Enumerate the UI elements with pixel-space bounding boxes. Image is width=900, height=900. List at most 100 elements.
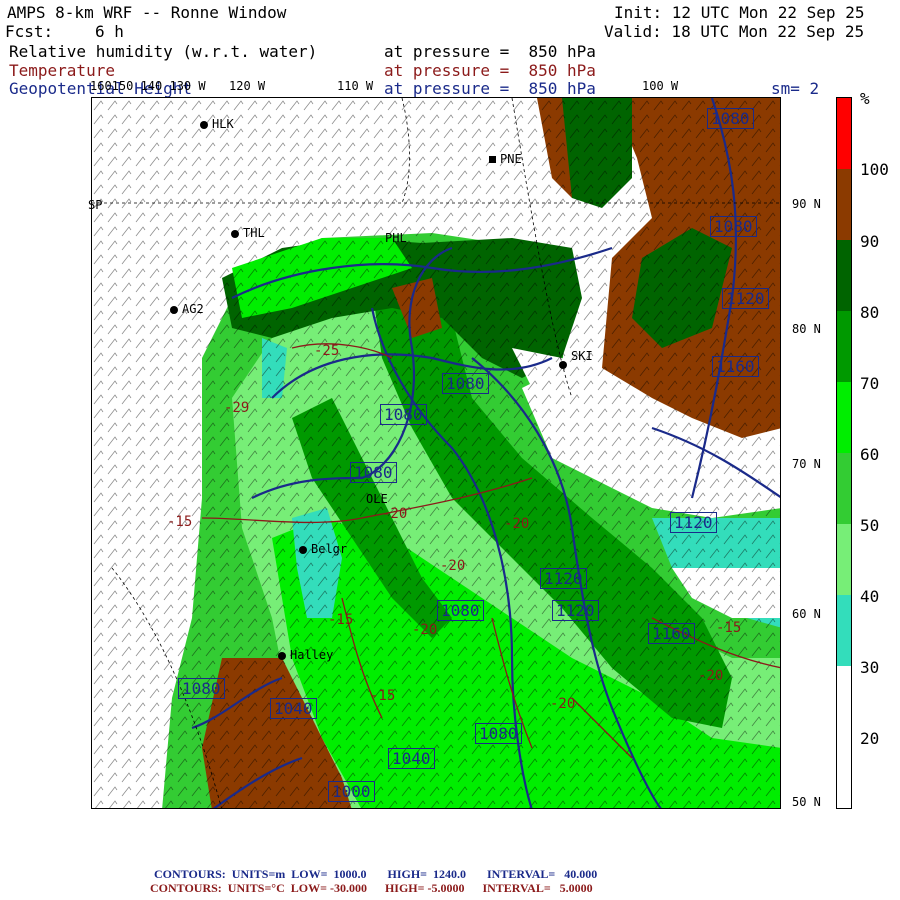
colorbar-label-20: 20 [860,729,880,748]
lon-label-160-130: 160150 140 130 W [90,79,206,93]
temp-label: -20 [382,506,408,522]
colorbar-label-40: 40 [860,587,880,606]
station-label: Belgr [311,542,348,556]
height-tag: 1080 [710,216,757,237]
colorbar-segment [837,453,851,524]
station-dot [299,545,307,554]
station-label: PHL [385,231,407,245]
field-temp-name: Temperature [9,61,115,80]
temp-label: -15 [716,620,742,636]
station-pne: PNE [489,152,522,166]
height-tag: 1000 [328,781,375,802]
station-phl: PHL [385,231,407,245]
map-panel: 1080 1080 1120 1160 1080 1080 1080 1120 … [91,97,781,809]
temp-label: -15 [328,612,354,628]
colorbar-segment [837,595,851,666]
station-ole: OLE [366,492,388,506]
lon-label-110: 110 W [337,79,374,93]
forecast-hours: 6 h [95,22,124,41]
lat-label-60: 60 N [792,607,821,621]
station-label: HLK [212,117,234,131]
station-dot [559,360,567,369]
footer-temp-contours: CONTOURS: UNITS=°C LOW= -30.000 HIGH= -5… [150,881,593,895]
lat-label-90: 90 N [792,197,821,211]
station-dot [170,305,178,314]
height-tag: 1160 [712,356,759,377]
lat-label-70: 70 N [792,457,821,471]
field-temp-level: at pressure = 850 hPa [384,61,596,80]
map-canvas [92,98,780,808]
station-label: THL [243,226,265,240]
colorbar-label-80: 80 [860,303,880,322]
height-tag: 1080 [178,678,225,699]
lon-label-120: 120 W [229,79,266,93]
station-label: PNE [500,152,522,166]
smoothing-label: sm= 2 [771,79,820,98]
colorbar [836,97,852,809]
colorbar-segment [837,666,851,808]
lon-label-100: 100 W [642,79,679,93]
colorbar-label-70: 70 [860,374,880,393]
station-dot [200,120,208,129]
station-ski: SKI [559,349,593,371]
station-halley: Halley [278,648,333,662]
height-tag: 1080 [442,373,489,394]
colorbar-segment [837,240,851,311]
height-tag: 1080 [475,723,522,744]
colorbar-segment [837,524,851,595]
temp-label: -20 [440,558,466,574]
colorbar-segment [837,98,851,169]
station-label: Halley [290,648,334,662]
height-tag: 1040 [270,698,317,719]
footer-height-contours: CONTOURS: UNITS=m LOW= 1000.0 HIGH= 1240… [154,867,598,881]
station-belgr: Belgr [299,542,347,556]
field-rh-level: at pressure = 850 hPa [384,42,596,61]
colorbar-label-90: 90 [860,232,880,251]
temp-label: -25 [314,343,340,359]
init-time: Init: 12 UTC Mon 22 Sep 25 [614,3,865,22]
colorbar-label-100: 100 [860,160,889,179]
height-tag: 1080 [350,462,397,483]
colorbar-segment [837,382,851,453]
temp-label: -20 [698,668,724,684]
height-tag: 1040 [388,748,435,769]
temp-label: -15 [370,688,396,704]
field-rh-name: Relative humidity (w.r.t. water) [9,42,318,61]
station-dot [231,229,239,238]
field-height-level: at pressure = 850 hPa [384,79,596,98]
temp-label: -20 [550,696,576,712]
height-tag: 1120 [552,600,599,621]
station-dot [489,156,496,163]
valid-time: Valid: 18 UTC Mon 22 Sep 25 [604,22,865,41]
colorbar-segment [837,169,851,240]
height-tag: 1120 [722,288,769,309]
colorbar-segment [837,311,851,382]
temp-label: -29 [224,400,250,416]
station-label: OLE [366,492,388,506]
height-tag: 1080 [707,108,754,129]
station-thl: THL [231,226,265,240]
station-label: AG2 [182,302,204,316]
temp-label: -20 [504,516,530,532]
height-tag: 1120 [540,568,587,589]
colorbar-unit: % [860,89,870,108]
station-label: SKI [571,349,593,363]
height-tag: 1080 [380,404,427,425]
colorbar-label-50: 50 [860,516,880,535]
temp-label: -15 [167,514,193,530]
height-tag: 1120 [670,512,717,533]
height-tag: 1080 [437,600,484,621]
station-hlk: HLK [200,117,234,131]
temp-label: -20 [412,622,438,638]
sp-label: SP [88,198,103,212]
wind-barbs-overlay [92,98,780,808]
lat-label-50: 50 N [792,795,821,809]
station-dot [278,651,286,660]
forecast-label: Fcst: [5,22,54,41]
lat-label-80: 80 N [792,322,821,336]
station-ag2: AG2 [170,302,204,316]
height-tag: 1160 [648,623,695,644]
map-title: AMPS 8-km WRF -- Ronne Window [7,3,287,22]
colorbar-label-30: 30 [860,658,880,677]
colorbar-label-60: 60 [860,445,880,464]
